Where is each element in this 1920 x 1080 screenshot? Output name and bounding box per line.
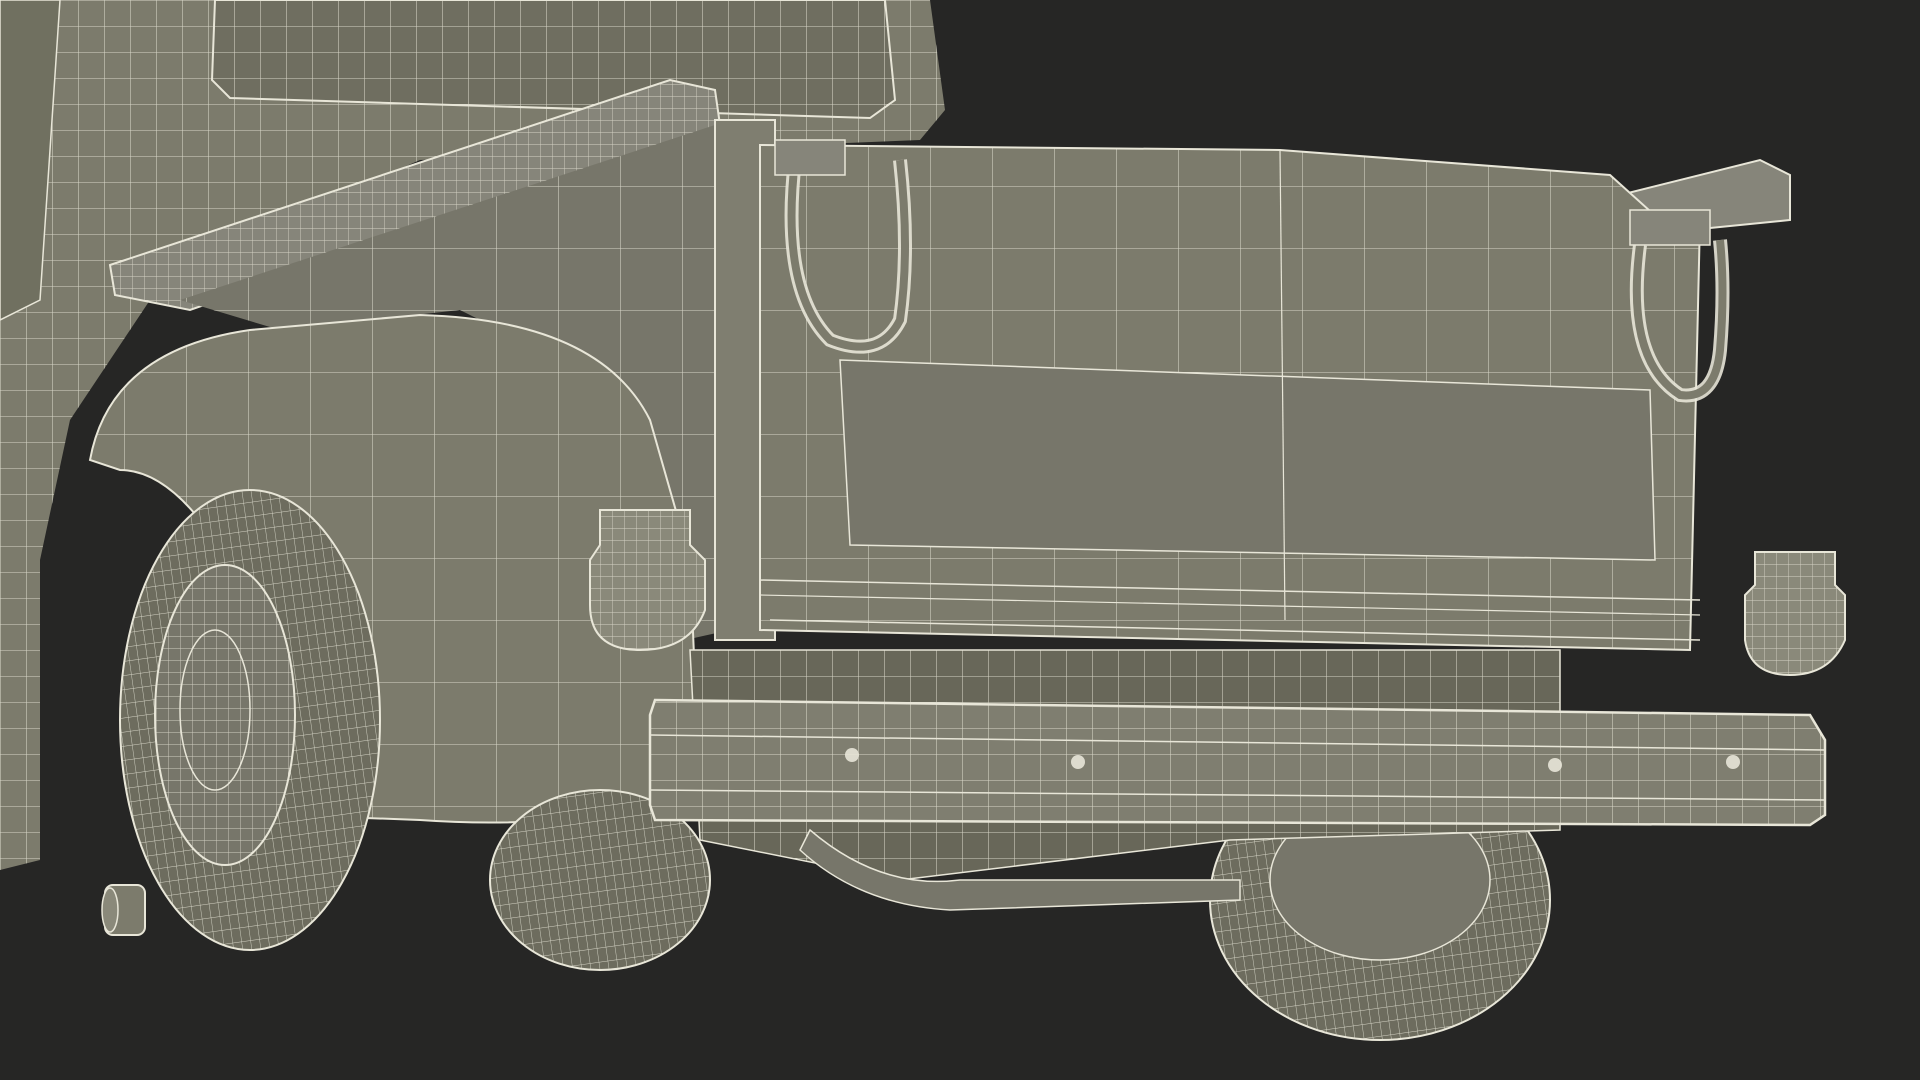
tail-light-right: [1744, 551, 1846, 677]
render-viewport: [0, 0, 1920, 1080]
exhaust-pipe: [101, 884, 146, 936]
wireframe-render: [0, 0, 1846, 1041]
rear-tire-left: [119, 489, 381, 951]
rear-bumper: [648, 698, 1827, 827]
tail-light-left: [589, 509, 706, 652]
